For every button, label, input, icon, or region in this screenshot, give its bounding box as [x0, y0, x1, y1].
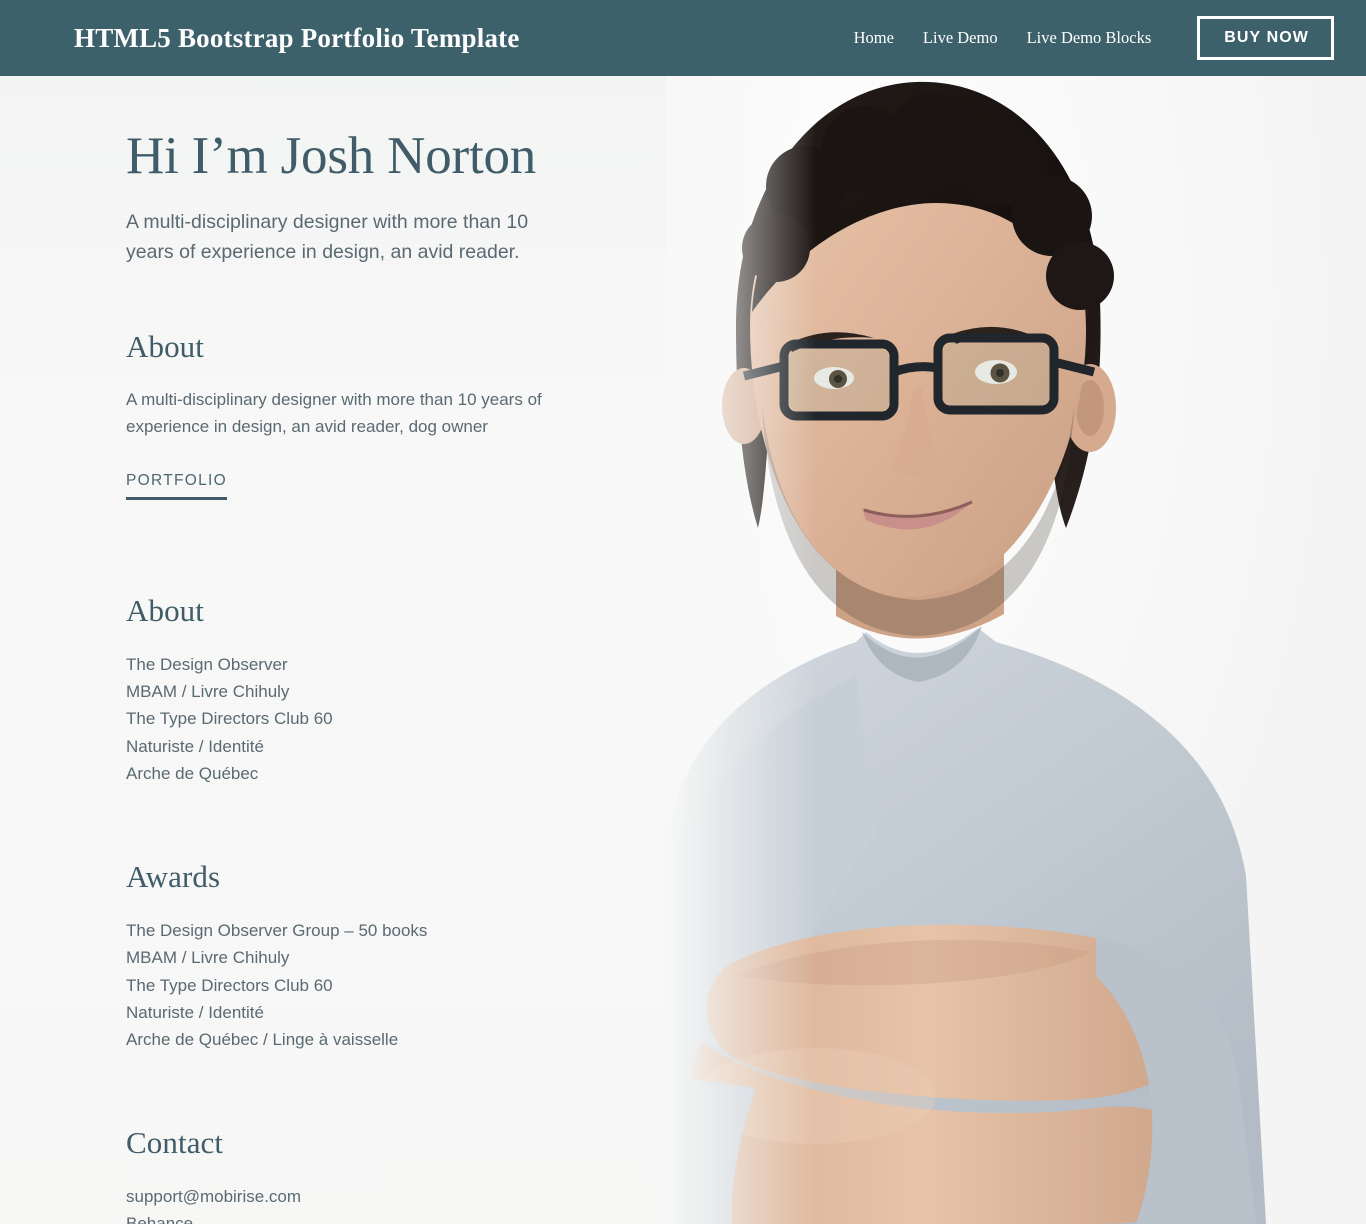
list-item: The Type Directors Club 60 [126, 709, 333, 729]
hero-portrait-photo [666, 76, 1366, 1224]
buy-now-button[interactable]: BUY NOW [1197, 16, 1334, 60]
list-item: The Type Directors Club 60 [126, 975, 333, 995]
hero-subtitle: A multi-disciplinary designer with more … [126, 211, 529, 264]
list-item: The Design Observer [126, 655, 288, 675]
about-heading: About [126, 328, 204, 364]
list-item: Naturiste / Identité [126, 736, 264, 756]
list-item: Arche de Québec [126, 763, 259, 783]
portfolio-link[interactable]: PORTFOLIO [126, 472, 227, 500]
contact-behance[interactable]: Behance [126, 1210, 640, 1224]
list-item: Naturiste / Identité [126, 1002, 264, 1022]
brand-title: HTML5 Bootstrap Portfolio Template [74, 22, 520, 53]
nav-link-live-demo-blocks[interactable]: Live Demo Blocks [1027, 28, 1152, 48]
about-list: The Design Observer MBAM / Livre Chihuly… [126, 651, 640, 787]
page-title: Hi I’m Josh Norton [126, 127, 537, 185]
contact-list: support@mobirise.com Behance Instagram T… [126, 1183, 640, 1224]
awards-section: Awards The Design Observer Group – 50 bo… [126, 858, 640, 1053]
nav-item-live-demo[interactable]: Live Demo [923, 28, 998, 48]
nav-item-home[interactable]: Home [854, 28, 894, 48]
awards-list: The Design Observer Group – 50 books MBA… [126, 917, 640, 1053]
list-item: The Design Observer Group – 50 books [126, 921, 428, 941]
about-list-heading: About [126, 592, 204, 628]
site-header: HTML5 Bootstrap Portfolio Template Home … [0, 0, 1366, 76]
nav-link-home[interactable]: Home [854, 28, 894, 48]
about-section: About A multi-disciplinary designer with… [126, 328, 640, 500]
contact-section: Contact support@mobirise.com Behance Ins… [126, 1124, 640, 1224]
portrait-illustration [666, 76, 1266, 1224]
about-list-section: About The Design Observer MBAM / Livre C… [126, 592, 640, 787]
nav-link-live-demo[interactable]: Live Demo [923, 28, 998, 48]
contact-email[interactable]: support@mobirise.com [126, 1183, 640, 1210]
main-navigation: Home Live Demo Live Demo Blocks BUY NOW [854, 16, 1366, 60]
hero-content-column: Hi I’m Josh Norton A multi-disciplinary … [0, 76, 640, 1224]
list-item: MBAM / Livre Chihuly [126, 682, 290, 702]
awards-heading: Awards [126, 858, 221, 894]
list-item: Arche de Québec / Linge à vaisselle [126, 1029, 399, 1049]
hero-section: Hi I’m Josh Norton A multi-disciplinary … [0, 76, 1366, 1224]
contact-heading: Contact [126, 1125, 224, 1161]
nav-list: Home Live Demo Live Demo Blocks [854, 28, 1152, 48]
list-item: MBAM / Livre Chihuly [126, 948, 290, 968]
about-body: A multi-disciplinary designer with more … [126, 389, 542, 437]
nav-item-live-demo-blocks[interactable]: Live Demo Blocks [1027, 28, 1152, 48]
